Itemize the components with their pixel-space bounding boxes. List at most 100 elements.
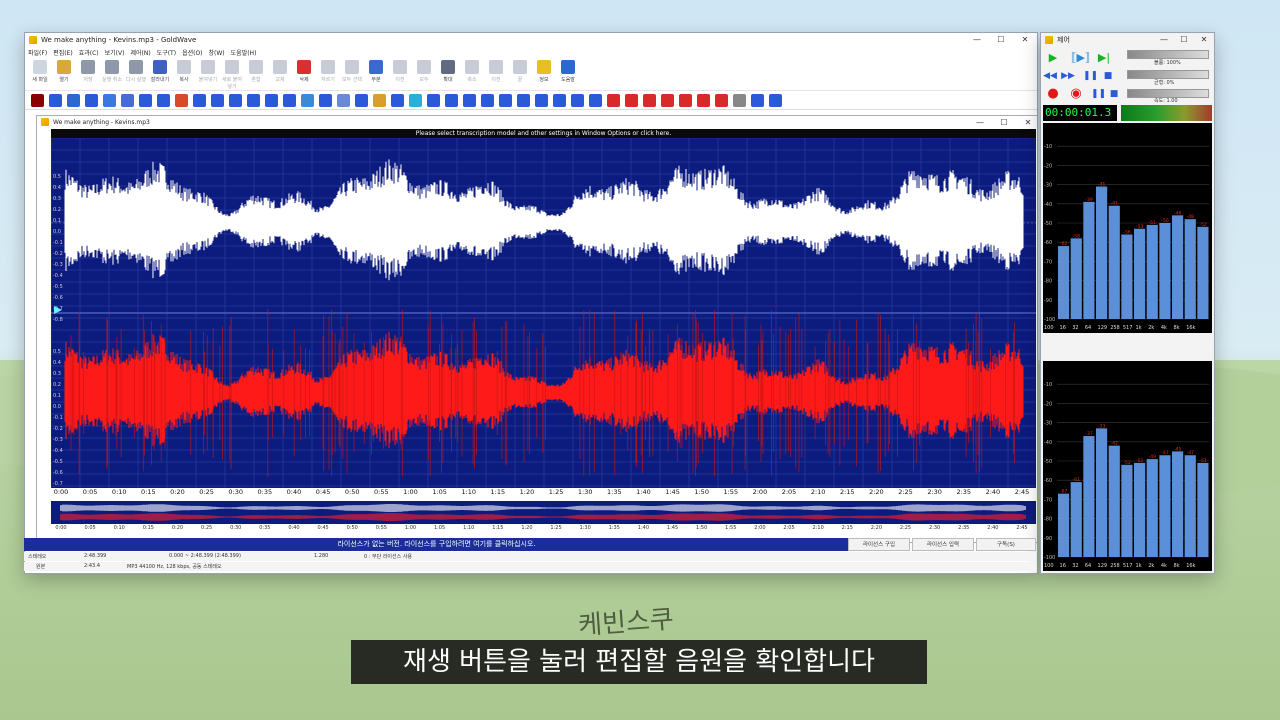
toolbar-button-10[interactable]: 교체 — [269, 58, 291, 83]
effect-tool-icon-23[interactable] — [445, 93, 458, 107]
transcription-notice[interactable]: Please select transcription model and ot… — [51, 129, 1036, 138]
record-selection-button[interactable]: ◉ — [1069, 87, 1083, 101]
effect-tool-icon-18[interactable] — [355, 93, 368, 107]
effect-tool-icon-17[interactable] — [337, 93, 350, 107]
menu-item-4[interactable]: 제어(N) — [130, 48, 150, 57]
toolbar-button-0[interactable]: 새 파일 — [29, 58, 51, 83]
effect-tool-icon-26[interactable] — [499, 93, 512, 107]
doc-maximize-button[interactable]: ☐ — [992, 116, 1016, 130]
minimize-button[interactable]: — — [965, 33, 989, 47]
effect-tool-icon-10[interactable] — [211, 93, 224, 107]
menu-item-3[interactable]: 보기(V) — [105, 48, 125, 57]
doc-minimize-button[interactable]: — — [968, 116, 992, 130]
toolbar-button-6[interactable]: 복사 — [173, 58, 195, 83]
effect-tool-icon-22[interactable] — [427, 93, 440, 107]
buy-license-button[interactable]: 라이선스 구입 — [848, 538, 910, 551]
effect-tool-icon-39[interactable] — [733, 93, 746, 107]
play-button[interactable]: ▶ — [1046, 51, 1060, 65]
toolbar-button-8[interactable]: 새로 붙여넣기 — [221, 58, 243, 90]
effect-tool-icon-25[interactable] — [481, 93, 494, 107]
overview-waveform[interactable] — [51, 501, 1036, 524]
effect-tool-icon-34[interactable] — [643, 93, 656, 107]
status-channels[interactable]: 스테레오 — [28, 553, 46, 560]
effect-tool-icon-4[interactable] — [103, 93, 116, 107]
enter-license-button[interactable]: 라이선스 입력 — [912, 538, 974, 551]
waveform-view[interactable]: 0.5 0.4 0.3 0.2 0.1 0.0 -0.1 -0.2 -0.3 -0.4 -0.5 -0… — [51, 138, 1036, 488]
record-pause-button[interactable]: ❚❚ — [1091, 87, 1106, 101]
doc-close-button[interactable]: ✕ — [1016, 116, 1037, 130]
effect-tool-icon-41[interactable] — [769, 93, 782, 107]
timeline-ruler[interactable]: 0:00 0:05 0:10 0:15 0:20 0:25 0:30 0:35 0:40 0:45… — [51, 488, 1036, 500]
ctrl-minimize-button[interactable]: — — [1154, 33, 1174, 47]
effect-tool-icon-30[interactable] — [571, 93, 584, 107]
effect-tool-icon-14[interactable] — [283, 93, 296, 107]
menu-item-2[interactable]: 효과(C) — [79, 48, 99, 57]
toolbar-button-15[interactable]: 이전 — [389, 58, 411, 83]
toolbar-button-18[interactable]: 축소 — [461, 58, 483, 83]
maximize-button[interactable]: ☐ — [989, 33, 1013, 47]
effect-tool-icon-32[interactable] — [607, 93, 620, 107]
effect-tool-icon-16[interactable] — [319, 93, 332, 107]
toolbar-button-14[interactable]: 부분 — [365, 58, 387, 83]
toolbar-button-3[interactable]: 실행 취소 — [101, 58, 123, 83]
toolbar-button-1[interactable]: 열기 — [53, 58, 75, 83]
effect-tool-icon-3[interactable] — [85, 93, 98, 107]
menu-item-5[interactable]: 도구(T) — [157, 48, 176, 57]
toolbar-button-4[interactable]: 다시 실행 — [125, 58, 147, 83]
stop-button[interactable]: ■ — [1101, 69, 1115, 83]
effect-tool-icon-31[interactable] — [589, 93, 602, 107]
effect-tool-icon-28[interactable] — [535, 93, 548, 107]
effect-tool-icon-13[interactable] — [265, 93, 278, 107]
status-selection[interactable]: 0.000 ~ 2:48.399 (2:48.399) — [169, 553, 241, 559]
effect-tool-icon-19[interactable] — [373, 93, 386, 107]
effect-tool-icon-8[interactable] — [175, 93, 188, 107]
effect-tool-icon-40[interactable] — [751, 93, 764, 107]
record-stop-button[interactable]: ■ — [1107, 87, 1121, 101]
toolbar-button-19[interactable]: 이전 — [485, 58, 507, 83]
effect-tool-icon-15[interactable] — [301, 93, 314, 107]
menu-item-1[interactable]: 편집(E) — [53, 48, 73, 57]
toolbar-button-16[interactable]: 모두 — [413, 58, 435, 83]
ctrl-maximize-button[interactable]: ☐ — [1174, 33, 1194, 47]
effect-tool-icon-12[interactable] — [247, 93, 260, 107]
toolbar-button-13[interactable]: 모두 선택 — [341, 58, 363, 83]
effect-tool-icon-11[interactable] — [229, 93, 242, 107]
effect-tool-icon-2[interactable] — [67, 93, 80, 107]
menu-item-7[interactable]: 창(W) — [209, 48, 225, 57]
fast-forward-button[interactable]: ▶▶ — [1061, 69, 1075, 83]
effect-tool-icon-38[interactable] — [715, 93, 728, 107]
effect-tool-icon-29[interactable] — [553, 93, 566, 107]
subscribe-button[interactable]: 구독(S) — [976, 538, 1036, 551]
effect-tool-icon-9[interactable] — [193, 93, 206, 107]
effect-tool-icon-5[interactable] — [121, 93, 134, 107]
ctrl-close-button[interactable]: ✕ — [1194, 33, 1214, 47]
effect-tool-icon-35[interactable] — [661, 93, 674, 107]
play-selection-button[interactable]: ⟦▶⟧ — [1071, 51, 1090, 65]
license-banner[interactable]: 라이선스가 없는 버전. 라이선스를 구입하려면 여기를 클릭하십시오. — [24, 538, 849, 551]
pause-button[interactable]: ❚❚ — [1083, 69, 1098, 83]
rewind-button[interactable]: ◀◀ — [1043, 69, 1057, 83]
toolbar-button-20[interactable]: 끝 — [509, 58, 531, 83]
toolbar-button-7[interactable]: 붙여넣기 — [197, 58, 219, 83]
effect-tool-icon-20[interactable] — [391, 93, 404, 107]
effect-tool-icon-1[interactable] — [49, 93, 62, 107]
effect-tool-icon-21[interactable] — [409, 93, 422, 107]
effect-tool-icon-0[interactable] — [31, 93, 44, 107]
record-button[interactable]: ● — [1046, 87, 1060, 101]
effect-tool-icon-6[interactable] — [139, 93, 152, 107]
menu-item-8[interactable]: 도움말(H) — [231, 48, 257, 57]
volume-slider[interactable] — [1127, 50, 1209, 59]
control-titlebar[interactable]: 제어 — ☐ ✕ — [1041, 33, 1214, 47]
toolbar-button-9[interactable]: 혼합 — [245, 58, 267, 83]
toolbar-button-2[interactable]: 저장 — [77, 58, 99, 83]
effect-tool-icon-27[interactable] — [517, 93, 530, 107]
main-titlebar[interactable]: We make anything - Kevins.mp3 - GoldWave… — [25, 33, 1037, 47]
balance-slider[interactable] — [1127, 70, 1209, 79]
toolbar-button-12[interactable]: 자르기 — [317, 58, 339, 83]
play-to-end-button[interactable]: ▶| — [1097, 51, 1111, 65]
toolbar-button-5[interactable]: 잘라내기 — [149, 58, 171, 83]
menu-item-0[interactable]: 파일(F) — [28, 48, 47, 57]
effect-tool-icon-24[interactable] — [463, 93, 476, 107]
effect-tool-icon-36[interactable] — [679, 93, 692, 107]
toolbar-button-17[interactable]: 확대 — [437, 58, 459, 83]
